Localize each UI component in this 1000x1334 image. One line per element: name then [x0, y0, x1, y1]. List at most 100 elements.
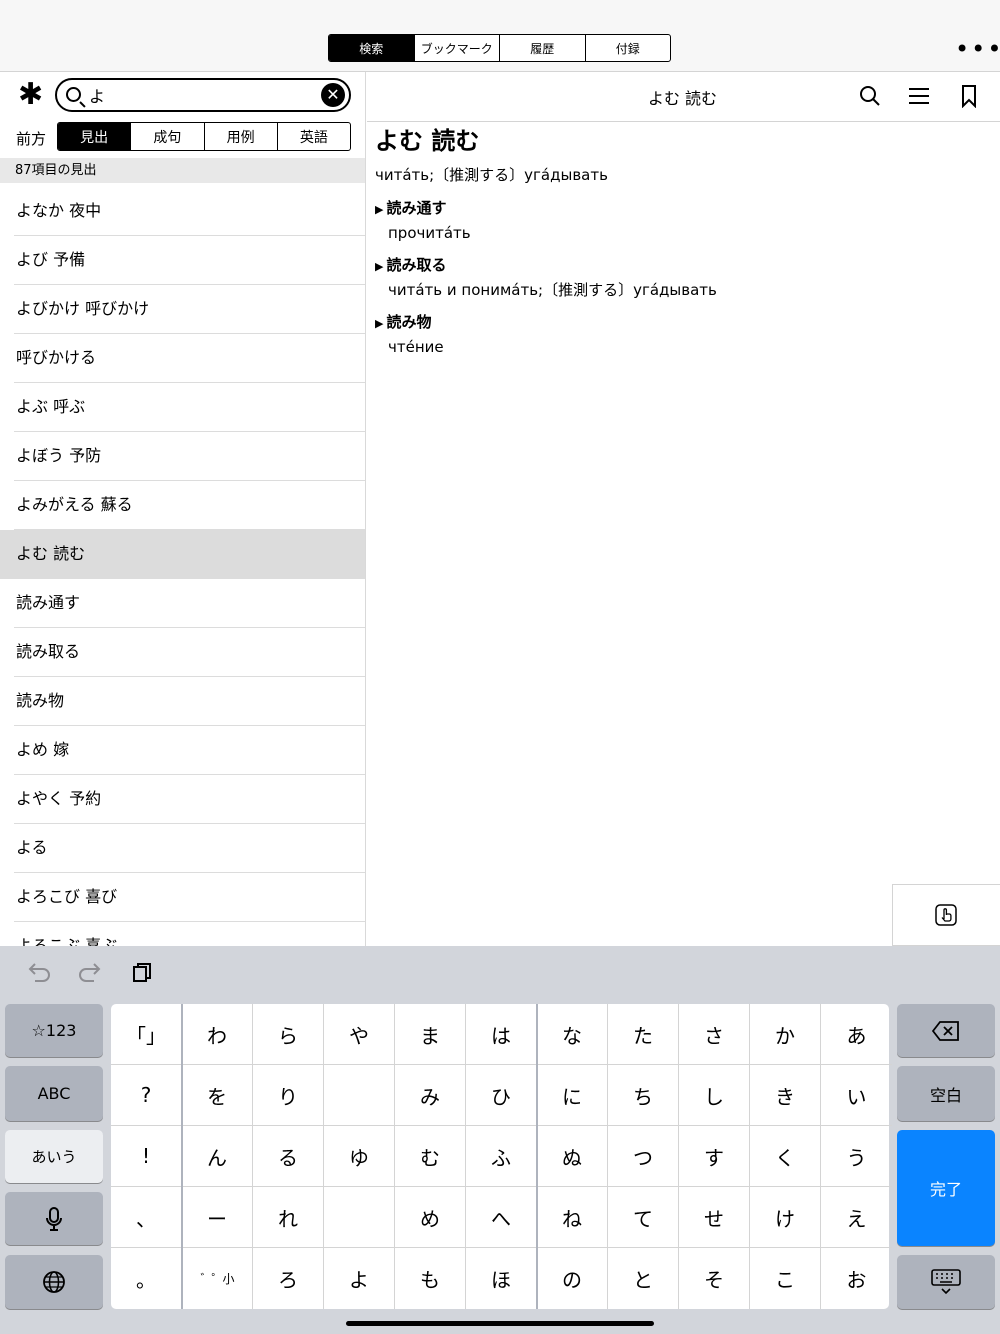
dismiss-keyboard-key[interactable] — [897, 1255, 995, 1309]
kana-key[interactable]: せ — [679, 1187, 750, 1248]
kana-key[interactable]: ふ — [466, 1126, 537, 1187]
space-key[interactable]: 空白 — [897, 1066, 995, 1121]
list-item[interactable]: 読み物 — [0, 677, 365, 726]
undo-icon[interactable] — [27, 961, 51, 983]
done-key[interactable]: 完了 — [897, 1130, 995, 1246]
tab-appendix[interactable]: 付録 — [584, 35, 671, 61]
kana-key[interactable]: お — [821, 1248, 892, 1309]
list-item[interactable]: 読み取る — [0, 628, 365, 677]
more-options-icon[interactable]: ••• — [955, 37, 1000, 61]
subentry-head[interactable]: 読み通す — [375, 198, 985, 220]
kana-key[interactable]: こ — [750, 1248, 821, 1309]
kana-key[interactable]: ら — [253, 1004, 324, 1065]
kana-key[interactable]: ん — [182, 1126, 253, 1187]
kana-key[interactable]: か — [750, 1004, 821, 1065]
kana-key[interactable]: ゆ — [324, 1126, 395, 1187]
kana-key[interactable]: 。 — [111, 1248, 182, 1309]
kana-key[interactable]: き — [750, 1065, 821, 1126]
kana-key[interactable]: く — [750, 1126, 821, 1187]
kana-key[interactable]: や — [324, 1004, 395, 1065]
list-item[interactable]: よやく 予約 — [0, 775, 365, 824]
mode-english[interactable]: 英語 — [276, 123, 350, 150]
kana-key[interactable]: め — [395, 1187, 466, 1248]
list-item[interactable]: よぶ 呼ぶ — [0, 383, 365, 432]
kana-key[interactable]: る — [253, 1126, 324, 1187]
kana-key[interactable]: に — [537, 1065, 608, 1126]
kana-key[interactable]: し — [679, 1065, 750, 1126]
touch-mode-button[interactable] — [892, 884, 1000, 946]
list-item[interactable]: よなか 夜中 — [0, 187, 365, 236]
kana-key[interactable]: へ — [466, 1187, 537, 1248]
kana-key[interactable]: つ — [608, 1126, 679, 1187]
list-item-selected[interactable]: よむ 読む — [0, 530, 365, 579]
list-item[interactable]: 読み通す — [0, 579, 365, 628]
list-item[interactable]: よぼう 予防 — [0, 432, 365, 481]
asterisk-icon[interactable]: ✱ — [18, 80, 43, 110]
kana-key[interactable]: ち — [608, 1065, 679, 1126]
symbols-key[interactable]: ☆123 — [5, 1004, 103, 1057]
kana-key[interactable]: 「」 — [111, 1004, 182, 1065]
abc-key[interactable]: ABC — [5, 1066, 103, 1121]
tab-bookmarks[interactable]: ブックマーク — [413, 35, 500, 61]
kana-key[interactable]: た — [608, 1004, 679, 1065]
kana-key[interactable]: す — [679, 1126, 750, 1187]
list-item[interactable]: よめ 嫁 — [0, 726, 365, 775]
kana-key[interactable]: ほ — [466, 1248, 537, 1309]
kana-key[interactable]: ゛゜小 — [182, 1248, 253, 1309]
kana-key[interactable]: ー — [182, 1187, 253, 1248]
subentry-head[interactable]: 読み物 — [375, 312, 985, 334]
kana-key[interactable]: ま — [395, 1004, 466, 1065]
list-item[interactable]: 呼びかける — [0, 334, 365, 383]
kana-key[interactable]: 、 — [111, 1187, 182, 1248]
menu-icon[interactable] — [907, 84, 931, 108]
kana-key[interactable]: て — [608, 1187, 679, 1248]
kana-key[interactable]: の — [537, 1248, 608, 1309]
kana-key[interactable]: ? — [111, 1065, 182, 1126]
paste-icon[interactable] — [131, 961, 153, 983]
kana-key[interactable]: れ — [253, 1187, 324, 1248]
bookmark-icon[interactable] — [957, 84, 981, 108]
list-item[interactable]: よび 予備 — [0, 236, 365, 285]
kana-key[interactable]: い — [821, 1065, 892, 1126]
kana-key[interactable]: ! — [111, 1126, 182, 1187]
search-input[interactable] — [89, 83, 319, 107]
kana-key[interactable]: み — [395, 1065, 466, 1126]
kana-key[interactable]: わ — [182, 1004, 253, 1065]
kana-key[interactable]: け — [750, 1187, 821, 1248]
kana-key[interactable]: ひ — [466, 1065, 537, 1126]
kana-key[interactable]: ね — [537, 1187, 608, 1248]
kana-key[interactable]: さ — [679, 1004, 750, 1065]
list-item[interactable]: よろこび 喜び — [0, 873, 365, 922]
globe-key[interactable] — [5, 1255, 103, 1309]
list-item[interactable]: よびかけ 呼びかけ — [0, 285, 365, 334]
kana-key[interactable]: あいう — [5, 1130, 103, 1183]
redo-icon[interactable] — [78, 961, 102, 983]
search-icon[interactable] — [858, 84, 882, 108]
dictation-key[interactable] — [5, 1192, 103, 1245]
subentry-head[interactable]: 読み取る — [375, 255, 985, 277]
mode-headword[interactable]: 見出 — [58, 123, 131, 150]
kana-key[interactable]: え — [821, 1187, 892, 1248]
kana-key[interactable]: も — [395, 1248, 466, 1309]
tab-history[interactable]: 履歴 — [499, 35, 585, 61]
kana-key[interactable]: う — [821, 1126, 892, 1187]
list-item[interactable]: よる — [0, 824, 365, 873]
clear-icon[interactable]: ✕ — [321, 83, 345, 107]
kana-key[interactable]: よ — [324, 1248, 395, 1309]
kana-key[interactable]: な — [537, 1004, 608, 1065]
kana-key[interactable]: は — [466, 1004, 537, 1065]
mode-example[interactable]: 用例 — [203, 123, 277, 150]
kana-key[interactable]: り — [253, 1065, 324, 1126]
kana-key[interactable]: む — [395, 1126, 466, 1187]
tab-search[interactable]: 検索 — [329, 35, 414, 61]
kana-key[interactable]: と — [608, 1248, 679, 1309]
list-item[interactable]: よろこぶ 喜ぶ — [0, 922, 365, 946]
delete-key[interactable] — [897, 1004, 995, 1057]
kana-key[interactable]: そ — [679, 1248, 750, 1309]
kana-key[interactable]: ろ — [253, 1248, 324, 1309]
kana-key[interactable]: あ — [821, 1004, 892, 1065]
kana-key[interactable]: ぬ — [537, 1126, 608, 1187]
list-item[interactable]: よみがえる 蘇る — [0, 481, 365, 530]
mode-phrase[interactable]: 成句 — [130, 123, 203, 150]
kana-key[interactable]: を — [182, 1065, 253, 1126]
